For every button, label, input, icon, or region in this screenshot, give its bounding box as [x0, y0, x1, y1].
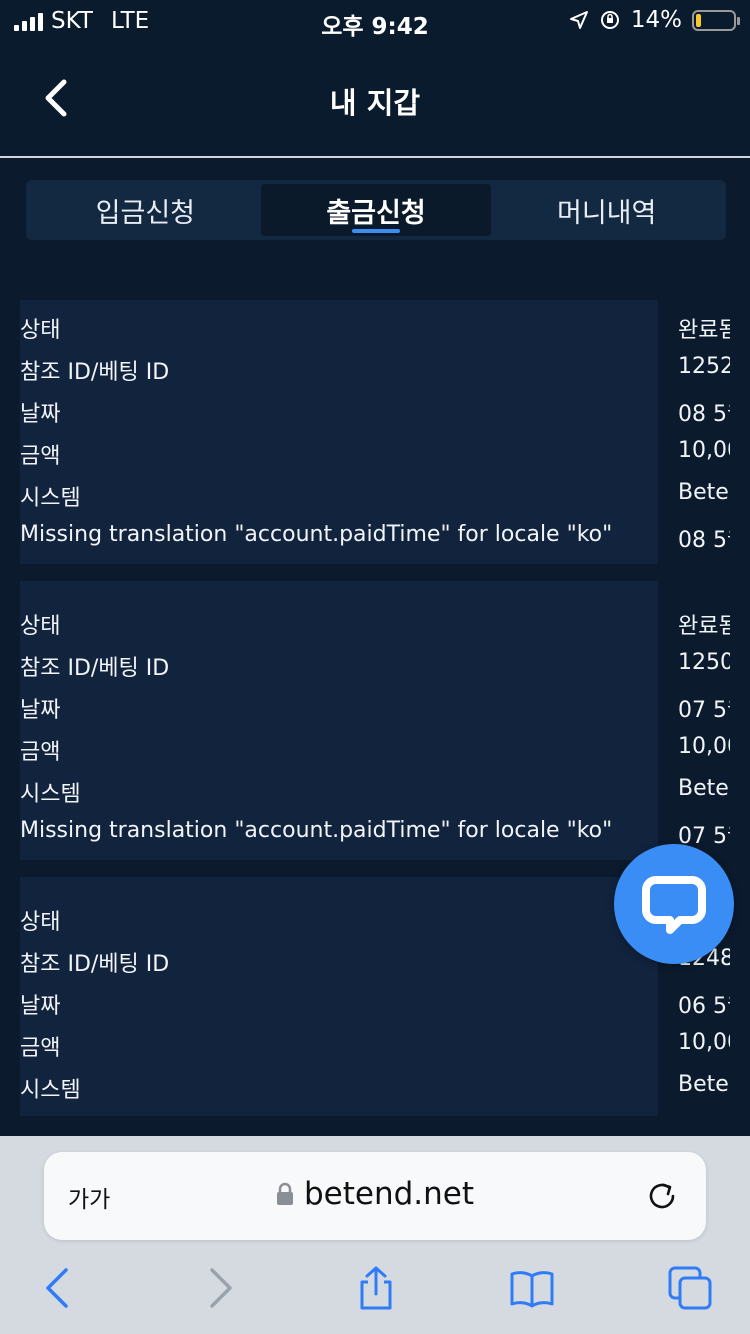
reference-id-label: 참조 ID/베팅 ID [20, 656, 170, 681]
amount-label: 금액 [20, 444, 61, 469]
date-value: 07 5월 [678, 698, 730, 723]
live-chat-button[interactable] [614, 844, 734, 964]
tabs-icon[interactable] [668, 1266, 712, 1310]
tab-label: 머니내역 [556, 197, 657, 229]
status-label: 상태 [20, 614, 61, 639]
amount-label: 금액 [20, 740, 61, 765]
date-value: 06 5월 [678, 994, 730, 1019]
reference-id-value: 1252 [678, 354, 730, 379]
system-value: Bete [678, 480, 729, 505]
reference-id-label: 참조 ID/베팅 ID [20, 360, 170, 385]
date-value: 08 5월 [678, 402, 730, 427]
browser-back-icon[interactable] [36, 1266, 80, 1310]
location-arrow-icon [569, 11, 588, 29]
status-bar: SKT LTE 오후 9:42 14% [0, 0, 750, 40]
amount-label: 금액 [20, 1036, 61, 1061]
reference-id-label: 참조 ID/베팅 ID [20, 952, 170, 977]
battery-icon [692, 9, 740, 31]
tab-withdraw-request[interactable]: 출금신청 [260, 184, 492, 236]
lock-icon [276, 1182, 293, 1205]
bookmarks-icon[interactable] [510, 1266, 554, 1310]
amount-value: 10,00 [678, 734, 730, 759]
date-label: 날짜 [20, 994, 61, 1019]
system-label: 시스템 [20, 1078, 81, 1103]
system-label: 시스템 [20, 486, 81, 511]
tab-deposit-request[interactable]: 입금신청 [30, 184, 261, 236]
app-header: 내 지갑 [0, 40, 750, 158]
status-label: 상태 [20, 910, 61, 935]
battery-percent: 14% [630, 7, 682, 33]
system-value: Bete [678, 1072, 729, 1097]
paid-time-label: Missing translation "account.paidTime" f… [20, 818, 613, 843]
orientation-lock-icon [600, 11, 619, 29]
active-tab-indicator [352, 229, 400, 233]
date-label: 날짜 [20, 698, 61, 723]
status-value: 완료됨 [678, 318, 730, 343]
status-value: 완료됨 [678, 614, 730, 639]
tab-label: 출금신청 [326, 197, 426, 229]
share-icon[interactable] [354, 1266, 398, 1310]
system-label: 시스템 [20, 782, 81, 807]
amount-value: 10,00 [678, 438, 730, 463]
chat-bubble-icon [642, 876, 706, 934]
wallet-tabs: 입금신청 출금신청 머니내역 [26, 180, 726, 240]
system-value: Bete [678, 776, 729, 801]
paid-time-label: Missing translation "account.paidTime" f… [20, 522, 613, 547]
address-bar[interactable]: 가가 betend.net [44, 1152, 706, 1240]
reference-id-value: 1250 [678, 650, 730, 675]
url-text: betend.net [303, 1176, 475, 1212]
tab-money-history[interactable]: 머니내역 [491, 184, 722, 236]
tab-label: 입금신청 [95, 197, 196, 229]
page-title: 내 지갑 [329, 86, 421, 120]
browser-toolbar: 가가 betend.net [0, 1136, 750, 1334]
date-label: 날짜 [20, 402, 61, 427]
amount-value: 10,00 [678, 1030, 730, 1055]
paid-time-value: 08 5월 [678, 528, 730, 553]
browser-forward-icon[interactable] [198, 1266, 242, 1310]
status-label: 상태 [20, 318, 61, 343]
reload-icon[interactable] [644, 1178, 680, 1214]
transaction-card [20, 877, 658, 1116]
